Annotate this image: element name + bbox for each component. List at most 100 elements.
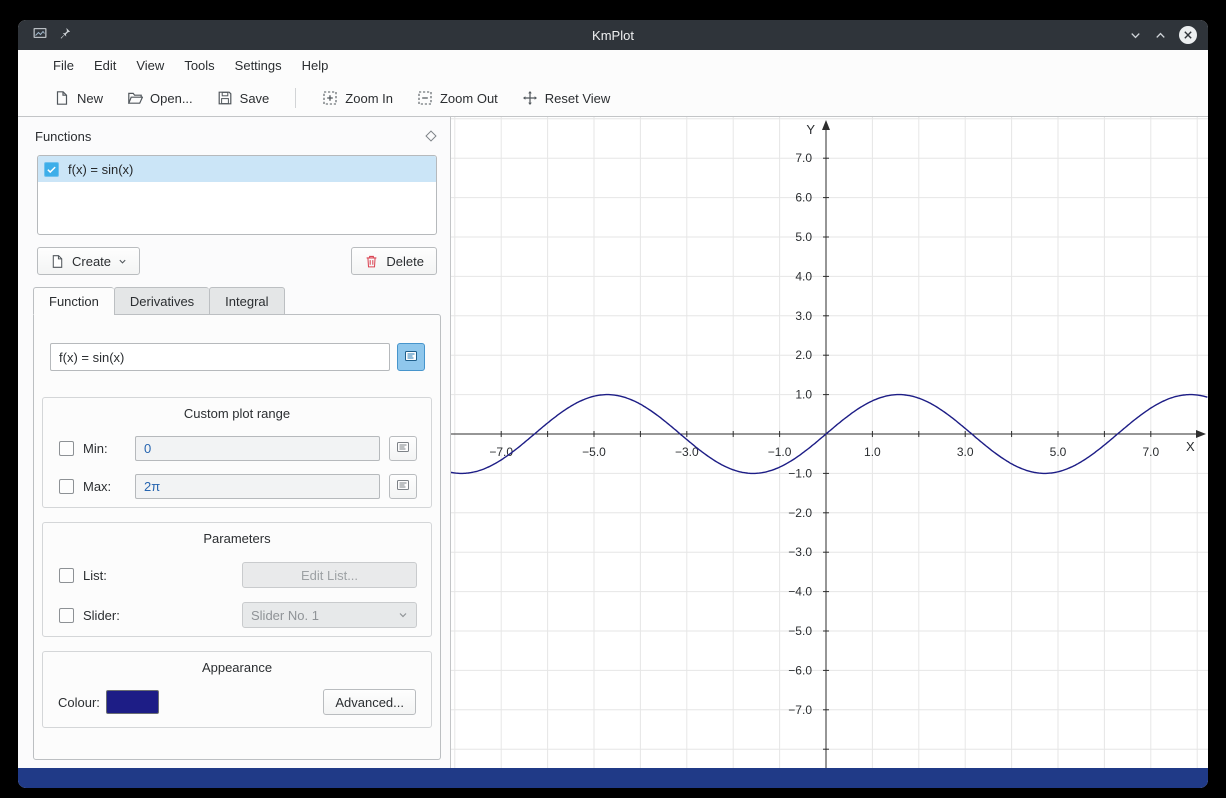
formula-icon (395, 477, 411, 496)
reset-view-button[interactable]: Reset View (514, 85, 619, 111)
custom-plot-range-group: Custom plot range Min: Max: (42, 397, 432, 508)
edit-list-button[interactable]: Edit List... (242, 562, 417, 588)
svg-text:−7.0: −7.0 (489, 445, 513, 459)
slider-label: Slider: (83, 608, 233, 623)
main-content: Functions f(x) = sin(x) Create (18, 116, 1208, 768)
appearance-title: Appearance (43, 652, 431, 675)
appearance-row: Colour: Advanced... (58, 689, 416, 715)
list-checkbox[interactable] (59, 568, 74, 583)
close-button[interactable] (1178, 25, 1198, 45)
new-function-icon (50, 254, 65, 269)
open-folder-button[interactable]: Open... (119, 85, 201, 111)
function-label: f(x) = sin(x) (68, 162, 133, 177)
slider-select-value: Slider No. 1 (251, 608, 319, 623)
function-list-item[interactable]: f(x) = sin(x) (38, 156, 436, 182)
zoom-out-icon (417, 90, 433, 106)
parameters-title: Parameters (43, 523, 431, 546)
max-input[interactable] (135, 474, 380, 499)
min-row: Min: (59, 436, 417, 461)
functions-dock: Functions f(x) = sin(x) Create (18, 117, 450, 768)
svg-text:3.0: 3.0 (795, 309, 812, 323)
list-label: List: (83, 568, 233, 583)
chevron-down-icon (118, 257, 127, 266)
kmplot-window: KmPlot FileEditViewToolsSettingsHelp New… (18, 20, 1208, 788)
toolbar-button-label: Open... (150, 91, 193, 106)
max-editor-button[interactable] (389, 474, 417, 499)
tab-function[interactable]: Function (33, 287, 114, 315)
delete-button-label: Delete (386, 254, 424, 269)
minimize-button[interactable] (1128, 28, 1143, 43)
zoom-out-button[interactable]: Zoom Out (409, 85, 506, 111)
new-document-button[interactable]: New (46, 85, 111, 111)
max-checkbox[interactable] (59, 479, 74, 494)
svg-text:Y: Y (806, 122, 815, 137)
create-button-label: Create (72, 254, 111, 269)
create-button[interactable]: Create (37, 247, 140, 275)
plot-canvas[interactable]: −7.0−5.0−3.0−1.01.03.05.07.07.06.05.04.0… (450, 117, 1208, 768)
svg-text:2.0: 2.0 (795, 348, 812, 362)
toolbar-button-label: Zoom Out (440, 91, 498, 106)
tab-integral[interactable]: Integral (209, 287, 284, 315)
menu-settings[interactable]: Settings (225, 53, 292, 78)
pin-icon[interactable] (58, 26, 72, 45)
app-icon[interactable] (32, 25, 48, 46)
function-list[interactable]: f(x) = sin(x) (37, 155, 437, 235)
save-icon (217, 90, 233, 106)
menubar: FileEditViewToolsSettingsHelp (18, 50, 1208, 80)
titlebar[interactable]: KmPlot (18, 20, 1208, 50)
parameter-slider-row: Slider: Slider No. 1 (59, 602, 417, 628)
appearance-group: Appearance Colour: Advanced... (42, 651, 432, 728)
tab-derivatives[interactable]: Derivatives (114, 287, 209, 315)
min-input[interactable] (135, 436, 380, 461)
svg-text:−4.0: −4.0 (788, 585, 812, 599)
svg-text:−3.0: −3.0 (788, 545, 812, 559)
toolbar-button-label: Zoom In (345, 91, 393, 106)
svg-text:1.0: 1.0 (864, 445, 881, 459)
slider-checkbox[interactable] (59, 608, 74, 623)
equation-editor-icon (403, 348, 419, 367)
min-editor-button[interactable] (389, 436, 417, 461)
equation-editor-button[interactable] (397, 343, 425, 371)
menu-tools[interactable]: Tools (174, 53, 224, 78)
min-label: Min: (83, 441, 126, 456)
svg-text:−2.0: −2.0 (788, 506, 812, 520)
menu-help[interactable]: Help (292, 53, 339, 78)
toolbar-button-label: Save (240, 91, 270, 106)
zoom-in-button[interactable]: Zoom In (314, 85, 401, 111)
equation-input[interactable] (50, 343, 390, 371)
svg-text:−6.0: −6.0 (788, 663, 812, 677)
delete-button[interactable]: Delete (351, 247, 437, 275)
svg-text:−1.0: −1.0 (788, 466, 812, 480)
tab-bar: FunctionDerivativesIntegral (33, 287, 450, 315)
save-button[interactable]: Save (209, 85, 278, 111)
float-panel-icon[interactable] (425, 130, 436, 141)
toolbar-button-label: New (77, 91, 103, 106)
custom-plot-range-title: Custom plot range (43, 398, 431, 421)
advanced-button[interactable]: Advanced... (323, 689, 416, 715)
functions-dock-title: Functions (35, 129, 91, 144)
svg-text:7.0: 7.0 (1142, 445, 1159, 459)
min-checkbox[interactable] (59, 441, 74, 456)
maximize-button[interactable] (1153, 28, 1168, 43)
colour-swatch-button[interactable] (106, 690, 159, 714)
svg-text:−7.0: −7.0 (788, 703, 812, 717)
slider-select[interactable]: Slider No. 1 (242, 602, 417, 628)
reset-view-icon (522, 90, 538, 106)
parameter-list-row: List: Edit List... (59, 562, 417, 588)
svg-text:1.0: 1.0 (795, 388, 812, 402)
bottom-strip (18, 768, 1208, 788)
svg-text:6.0: 6.0 (795, 191, 812, 205)
new-document-icon (54, 90, 70, 106)
svg-text:−1.0: −1.0 (768, 445, 792, 459)
menu-edit[interactable]: Edit (84, 53, 126, 78)
formula-icon (395, 439, 411, 458)
svg-text:5.0: 5.0 (1050, 445, 1067, 459)
open-folder-icon (127, 90, 143, 106)
menu-view[interactable]: View (126, 53, 174, 78)
toolbar: New Open... Save Zoom In Zoom Out Reset View (18, 80, 1208, 116)
colour-label: Colour: (58, 695, 100, 710)
menu-file[interactable]: File (43, 53, 84, 78)
window-title: KmPlot (18, 28, 1208, 43)
function-visible-checkbox[interactable] (44, 162, 59, 177)
functions-dock-header[interactable]: Functions (18, 117, 450, 155)
